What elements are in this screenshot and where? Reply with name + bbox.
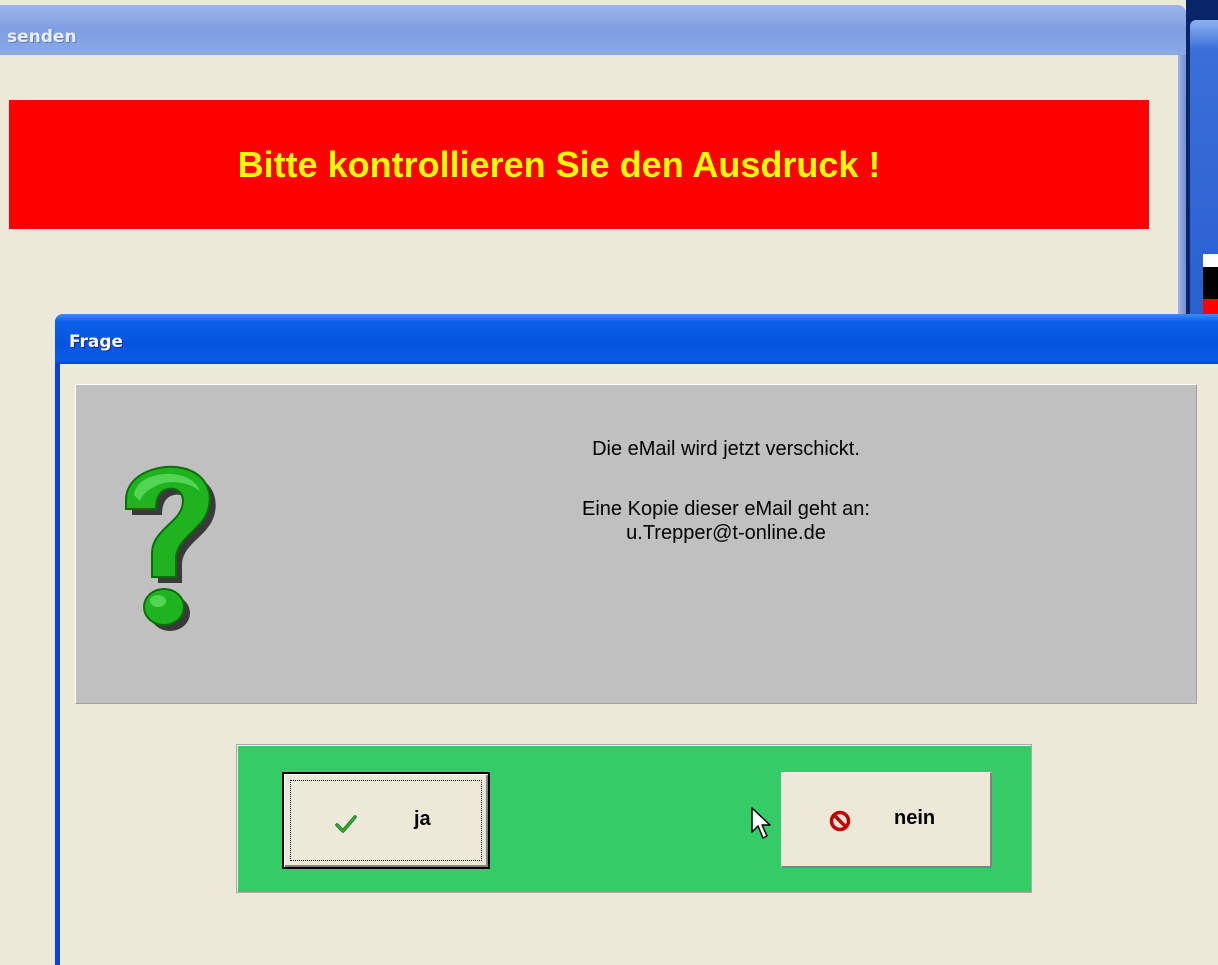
question-dialog: Frage Die eMail wird jetzt verschickt. E…	[55, 314, 1218, 965]
checkmark-icon	[335, 815, 357, 833]
arrow-cursor-icon	[751, 807, 771, 839]
no-button[interactable]: nein	[781, 772, 992, 868]
send-window-titlebar[interactable]: senden	[0, 5, 1186, 55]
message-panel: Die eMail wird jetzt verschickt. Eine Ko…	[75, 384, 1197, 704]
background-element-fragment	[1203, 254, 1218, 267]
send-window-title: senden	[7, 27, 77, 47]
dialog-titlebar[interactable]: Frage	[55, 314, 1218, 364]
no-entry-icon	[829, 810, 851, 832]
background-element-fragment	[1203, 267, 1218, 299]
question-mark-icon	[125, 465, 216, 631]
warning-text: Bitte kontrollieren Sie den Ausdruck !	[237, 143, 881, 185]
focus-rectangle	[290, 780, 482, 861]
message-line-1: Die eMail wird jetzt verschickt.	[592, 438, 860, 460]
dialog-title: Frage	[69, 332, 124, 352]
yes-button-label: ja	[414, 808, 431, 830]
no-button-label: nein	[894, 807, 936, 829]
background-element-fragment	[1203, 299, 1218, 315]
yes-button[interactable]: ja	[282, 772, 490, 869]
screen: senden Bitte kontrollieren Sie den Ausdr…	[0, 0, 1218, 965]
email-address: u.Trepper@t-online.de	[626, 522, 826, 544]
message-text: Die eMail wird jetzt verschickt. Eine Ko…	[466, 437, 986, 545]
button-panel: ja nein	[236, 744, 1032, 893]
message-line-2: Eine Kopie dieser eMail geht an:	[582, 498, 870, 520]
dialog-body: Die eMail wird jetzt verschickt. Eine Ko…	[60, 364, 1218, 965]
warning-banner: Bitte kontrollieren Sie den Ausdruck !	[9, 100, 1149, 229]
